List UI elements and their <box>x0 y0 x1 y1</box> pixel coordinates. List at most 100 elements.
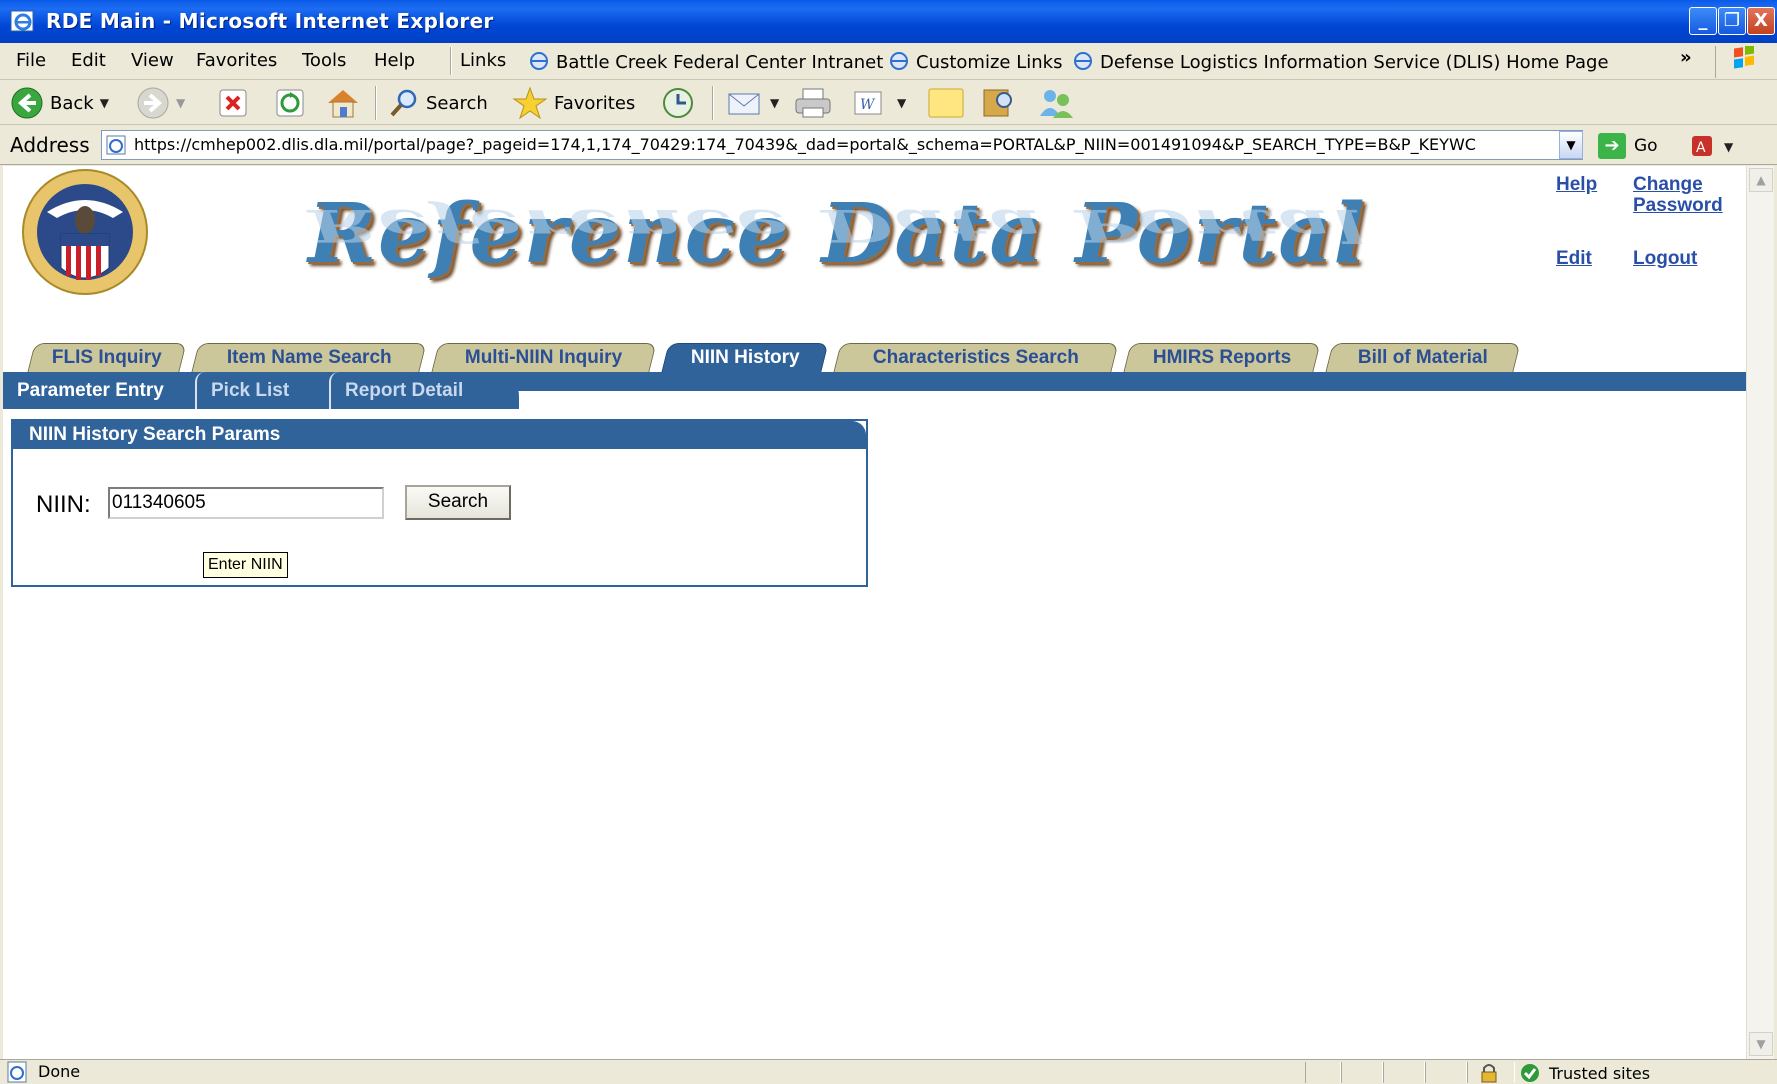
scroll-up-icon[interactable]: ▲ <box>1749 168 1773 192</box>
tab-multi-niin-inquiry[interactable]: Multi-NIIN Inquiry <box>431 343 657 372</box>
more-links-chevron-icon[interactable]: » <box>1680 47 1692 68</box>
status-pane <box>1305 1062 1341 1083</box>
stop-button[interactable] <box>218 86 248 120</box>
tab-label: HMIRS Reports <box>1152 347 1292 368</box>
back-button[interactable]: Back ▼ <box>10 86 109 120</box>
subtab-pick-list[interactable]: Pick List <box>195 372 329 409</box>
link-battle-creek[interactable]: Battle Creek Federal Center Intranet <box>528 50 883 73</box>
subtab-parameter-entry[interactable]: Parameter Entry <box>3 372 195 409</box>
address-url: https://cmhep002.dlis.dla.mil/portal/pag… <box>134 135 1476 154</box>
research-button[interactable] <box>980 86 1018 120</box>
menu-file[interactable]: File <box>16 50 46 71</box>
close-button[interactable]: X <box>1747 7 1775 35</box>
minimize-button[interactable]: _ <box>1689 7 1717 35</box>
change-password-link-line1[interactable]: Change <box>1633 174 1703 196</box>
note-icon <box>928 88 964 118</box>
banner-reflection: Reference Data Portal <box>308 199 1367 252</box>
security-zone: Trusted sites <box>1519 1062 1650 1084</box>
pdf-icon[interactable]: A ▼ <box>1690 133 1740 164</box>
menu-tools[interactable]: Tools <box>302 50 346 71</box>
vertical-scrollbar[interactable]: ▲ ▼ <box>1746 166 1774 1059</box>
niin-label: NIIN: <box>36 491 91 518</box>
star-icon <box>512 86 548 120</box>
go-button[interactable]: ➔ Go <box>1598 131 1658 161</box>
zone-label: Trusted sites <box>1549 1063 1651 1083</box>
refresh-button[interactable] <box>275 86 305 120</box>
history-icon <box>663 88 693 118</box>
menu-help[interactable]: Help <box>374 50 415 71</box>
lock-icon <box>1481 1064 1497 1083</box>
favorites-button[interactable]: Favorites <box>512 86 635 120</box>
subtab-report-detail[interactable]: Report Detail <box>329 372 519 409</box>
edit-link[interactable]: Edit <box>1556 248 1592 270</box>
ie-page-icon <box>106 135 126 155</box>
link-label: Customize Links <box>916 52 1063 73</box>
home-button[interactable] <box>324 86 362 120</box>
research-icon <box>983 89 1012 117</box>
tab-label: Bill of Material <box>1357 347 1488 368</box>
tab-flis-inquiry[interactable]: FLIS Inquiry <box>27 343 187 372</box>
niin-input[interactable]: 011340605 <box>108 487 384 519</box>
print-button[interactable] <box>793 86 833 120</box>
menu-edit[interactable]: Edit <box>71 50 106 71</box>
forward-button[interactable]: ▼ <box>136 86 185 120</box>
windows-flag-icon <box>1715 44 1771 78</box>
link-customize-links[interactable]: Customize Links <box>888 50 1062 73</box>
svg-text:▼: ▼ <box>1724 140 1734 154</box>
chevron-down-icon[interactable]: ▼ <box>770 96 779 110</box>
ie-page-icon <box>530 52 548 70</box>
status-bar: Done Trusted sites <box>0 1059 1777 1084</box>
printer-icon <box>795 88 831 118</box>
tab-label: NIIN History <box>690 347 800 368</box>
history-button[interactable] <box>660 86 696 120</box>
tab-characteristics-search[interactable]: Characteristics Search <box>833 343 1119 372</box>
address-bar: Address https://cmhep002.dlis.dla.mil/po… <box>0 125 1777 165</box>
links-label: Links <box>460 50 507 71</box>
favorites-label: Favorites <box>554 92 636 114</box>
restore-button[interactable]: ❐ <box>1718 7 1746 35</box>
subtab-strip: Parameter Entry Pick List Report Detail <box>3 372 563 409</box>
svg-text:A: A <box>1696 140 1706 156</box>
chevron-down-icon[interactable]: ▼ <box>100 96 109 110</box>
chevron-down-icon[interactable]: ▼ <box>176 96 185 110</box>
tab-niin-history[interactable]: NIIN History <box>661 343 829 372</box>
address-input[interactable]: https://cmhep002.dlis.dla.mil/portal/pag… <box>101 130 1583 160</box>
refresh-icon <box>276 89 304 117</box>
word-icon: W <box>854 91 882 115</box>
chevron-down-icon[interactable]: ▼ <box>897 96 906 110</box>
search-button[interactable]: Search <box>405 485 511 520</box>
edit-word-button[interactable]: W ▼ <box>853 86 906 120</box>
tab-hmirs-reports[interactable]: HMIRS Reports <box>1123 343 1321 372</box>
scroll-down-icon[interactable]: ▼ <box>1749 1032 1773 1056</box>
logout-link[interactable]: Logout <box>1633 248 1697 270</box>
svg-text:W: W <box>860 97 876 113</box>
address-dropdown-icon[interactable]: ▼ <box>1559 131 1583 159</box>
menu-view[interactable]: View <box>131 50 174 71</box>
change-password-link-line2[interactable]: Password <box>1633 195 1723 217</box>
trusted-check-icon <box>1521 1064 1539 1082</box>
messenger-button[interactable] <box>1036 86 1076 120</box>
forward-arrow-icon <box>137 87 169 119</box>
mail-button[interactable]: ▼ <box>726 86 779 120</box>
tab-label: FLIS Inquiry <box>51 347 162 368</box>
link-label: Battle Creek Federal Center Intranet <box>556 52 884 73</box>
tab-item-name-search[interactable]: Item Name Search <box>191 343 427 372</box>
stop-icon <box>219 89 247 117</box>
ie-page-icon <box>7 1061 27 1083</box>
status-pane <box>1383 1062 1425 1083</box>
home-icon <box>328 90 358 118</box>
title-bar: RDE Main - Microsoft Internet Explorer _… <box>0 0 1777 43</box>
discuss-button[interactable] <box>926 86 966 120</box>
niin-tooltip: Enter NIIN <box>203 552 288 578</box>
mail-icon <box>728 93 760 115</box>
link-dlis-home[interactable]: Defense Logistics Information Service (D… <box>1072 50 1609 73</box>
window-title: RDE Main - Microsoft Internet Explorer <box>46 9 494 33</box>
search-button-toolbar[interactable]: Search <box>388 86 488 120</box>
tab-bill-of-material[interactable]: Bill of Material <box>1325 343 1521 372</box>
go-label: Go <box>1634 136 1658 156</box>
menu-favorites[interactable]: Favorites <box>196 50 277 71</box>
ie-page-icon <box>890 52 908 70</box>
help-link[interactable]: Help <box>1556 174 1597 196</box>
ie-logo-icon <box>10 10 34 32</box>
panel-title: NIIN History Search Params <box>13 421 866 449</box>
